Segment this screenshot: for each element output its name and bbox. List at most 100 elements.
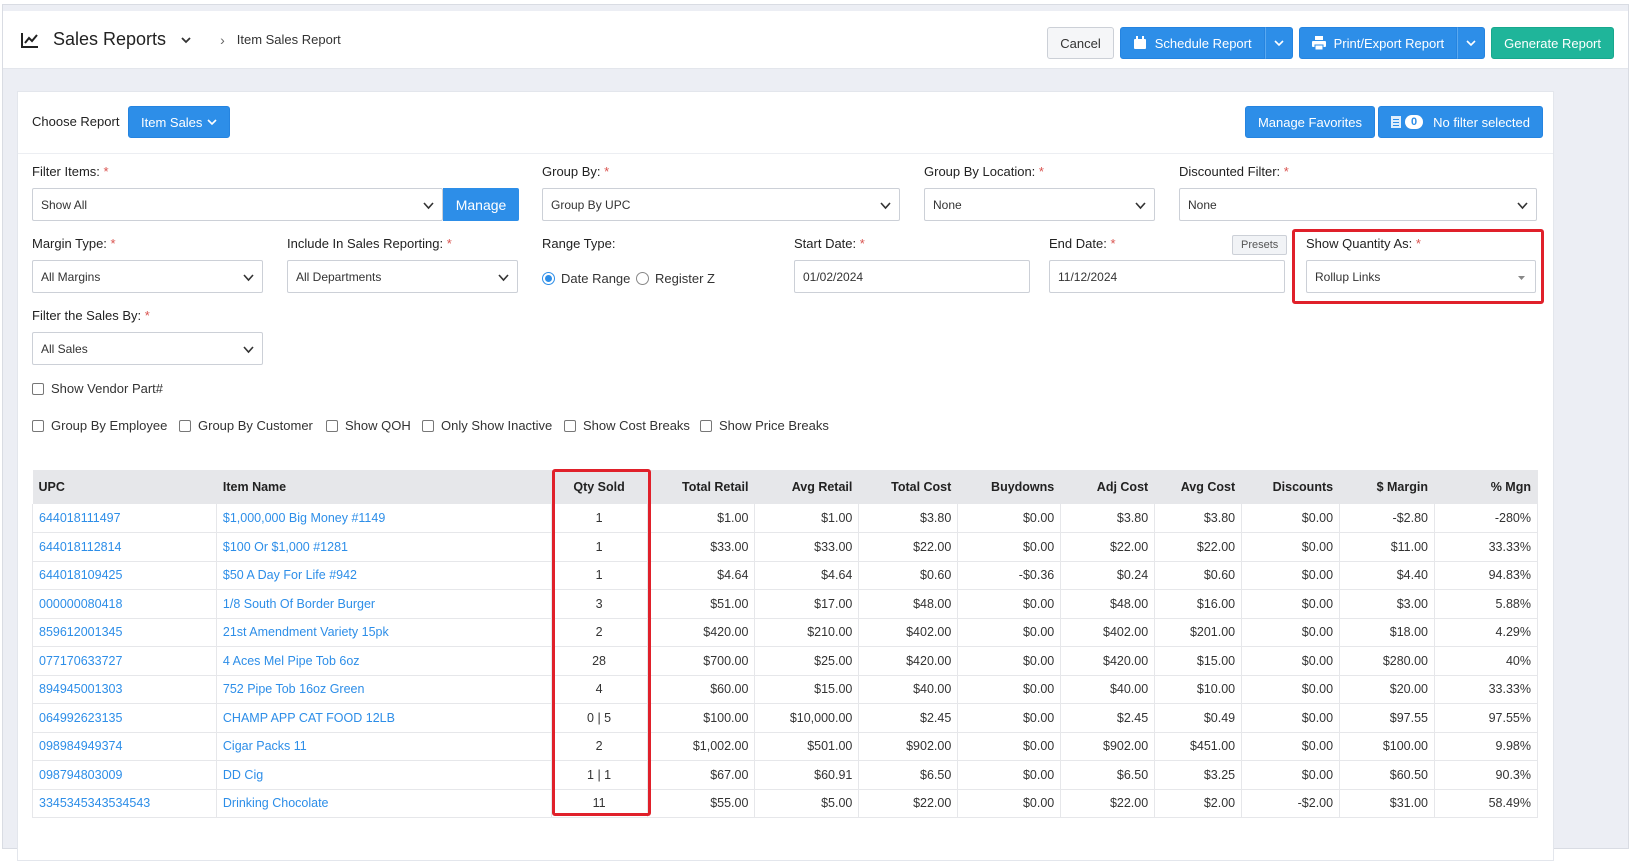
checkbox[interactable] <box>700 419 712 432</box>
show-qoh-checkbox[interactable]: Show QOH <box>326 418 411 433</box>
column-header[interactable]: Avg Cost <box>1154 470 1243 504</box>
item-name-link[interactable]: $50 A Day For Life #942 <box>216 561 552 590</box>
table-cell: $10,000.00 <box>754 703 860 733</box>
column-header[interactable]: Total Cost <box>858 470 959 504</box>
column-header[interactable]: Buydowns <box>957 470 1062 504</box>
item-name-link[interactable]: DD Cig <box>216 760 552 790</box>
table-cell: $6.50 <box>1060 760 1156 790</box>
column-header[interactable]: Total Retail <box>647 470 756 504</box>
generate-report-button[interactable]: Generate Report <box>1491 27 1614 59</box>
table-cell: -$0.36 <box>957 561 1062 590</box>
upc-link[interactable]: 859612001345 <box>32 618 217 647</box>
group-by-location-select[interactable]: None <box>924 188 1155 221</box>
discounted-filter-select[interactable]: None <box>1179 188 1537 221</box>
table-cell: 40% <box>1434 646 1538 676</box>
presets-button[interactable]: Presets <box>1232 235 1288 255</box>
cancel-button[interactable]: Cancel <box>1047 27 1114 59</box>
show-cost-breaks-checkbox[interactable]: Show Cost Breaks <box>564 418 690 433</box>
checkbox[interactable] <box>179 419 191 432</box>
checkbox[interactable] <box>32 419 44 432</box>
checkbox[interactable] <box>32 382 44 395</box>
start-date-input[interactable]: 01/02/2024 <box>794 260 1030 293</box>
range-type-register-z[interactable]: Register Z <box>636 271 715 286</box>
column-header[interactable]: Discounts <box>1241 470 1341 504</box>
show-vendor-part-checkbox[interactable]: Show Vendor Part# <box>32 381 163 396</box>
checkbox-label: Only Show Inactive <box>441 418 553 433</box>
filter-items-select[interactable]: Show All <box>32 188 443 221</box>
include-sales-select[interactable]: All Departments <box>287 260 518 293</box>
column-header[interactable]: UPC <box>32 470 217 504</box>
margin-type-select[interactable]: All Margins <box>32 260 263 293</box>
table-cell: $451.00 <box>1154 732 1243 761</box>
filter-status-button[interactable]: 0 No filter selected <box>1378 106 1543 138</box>
table-cell: -$2.00 <box>1241 789 1341 818</box>
filter-sales-by-label: Filter the Sales By: * <box>32 308 150 323</box>
schedule-report-dropdown[interactable] <box>1264 27 1293 59</box>
column-header[interactable]: Avg Retail <box>754 470 860 504</box>
upc-link[interactable]: 644018112814 <box>32 532 217 562</box>
caret-down-icon <box>1518 276 1525 280</box>
item-name-link[interactable]: 752 Pipe Tob 16oz Green <box>216 675 552 704</box>
upc-link[interactable]: 894945001303 <box>32 675 217 704</box>
upc-link[interactable]: 064992623135 <box>32 703 217 733</box>
checkbox[interactable] <box>326 419 338 432</box>
table-cell: $0.00 <box>957 703 1062 733</box>
radio-selected[interactable] <box>542 272 555 285</box>
table-row: 098794803009 DD Cig 1 | 1 $67.00 $60.91 $6.50… <box>32 760 1538 790</box>
column-header[interactable]: $ Margin <box>1339 470 1435 504</box>
manage-items-button[interactable]: Manage <box>443 188 519 221</box>
table-cell: $3.00 <box>1339 589 1435 619</box>
upc-link[interactable]: 000000080418 <box>32 589 217 619</box>
chevron-right-icon: › <box>220 31 225 48</box>
show-quantity-select[interactable]: Rollup Links <box>1306 260 1536 293</box>
print-export-button[interactable]: Print/Export Report <box>1298 27 1458 59</box>
range-type-date-range[interactable]: Date Range <box>542 271 630 286</box>
column-header[interactable]: Item Name <box>216 470 552 504</box>
table-cell: $18.00 <box>1339 618 1435 647</box>
column-header[interactable]: Adj Cost <box>1060 470 1156 504</box>
item-name-link[interactable]: Drinking Chocolate <box>216 789 552 818</box>
table-cell: $15.00 <box>1154 646 1243 676</box>
table-cell: $97.55 <box>1339 703 1435 733</box>
table-cell: $0.00 <box>1241 732 1341 761</box>
item-name-link[interactable]: 21st Amendment Variety 15pk <box>216 618 552 647</box>
table-cell: $2.45 <box>1060 703 1156 733</box>
group-by-select[interactable]: Group By UPC <box>542 188 900 221</box>
upc-link[interactable]: 098794803009 <box>32 760 217 790</box>
radio-unselected[interactable] <box>636 272 649 285</box>
report-type-dropdown[interactable]: Item Sales <box>128 106 231 138</box>
print-export-dropdown[interactable] <box>1457 27 1486 59</box>
item-name-link[interactable]: 1/8 South Of Border Burger <box>216 589 552 619</box>
item-name-link[interactable]: $100 Or $1,000 #1281 <box>216 532 552 562</box>
column-header[interactable]: % Mgn <box>1434 470 1538 504</box>
item-name-link[interactable]: 4 Aces Mel Pipe Tob 6oz <box>216 646 552 676</box>
item-name-link[interactable]: Cigar Packs 11 <box>216 732 552 761</box>
end-date-input[interactable]: 11/12/2024 <box>1049 260 1285 293</box>
upc-link[interactable]: 3345345343534543 <box>32 789 217 818</box>
group-by-customer-checkbox[interactable]: Group By Customer <box>179 418 313 433</box>
schedule-report-button[interactable]: Schedule Report <box>1119 27 1265 59</box>
checkbox[interactable] <box>564 419 576 432</box>
group-by-employee-checkbox[interactable]: Group By Employee <box>32 418 167 433</box>
page-title[interactable]: Sales Reports <box>53 29 166 50</box>
upc-link[interactable]: 077170633727 <box>32 646 217 676</box>
table-cell: $22.00 <box>1060 532 1156 562</box>
filter-sales-by-select[interactable]: All Sales <box>32 332 263 365</box>
manage-favorites-button[interactable]: Manage Favorites <box>1244 106 1375 138</box>
chevron-down-icon <box>1517 202 1528 210</box>
chevron-down-icon[interactable] <box>180 34 192 46</box>
sales-table: UPC Item Name Qty Sold Total Retail Avg … <box>32 470 1538 818</box>
only-show-inactive-checkbox[interactable]: Only Show Inactive <box>422 418 552 433</box>
upc-link[interactable]: 644018109425 <box>32 561 217 590</box>
upc-link[interactable]: 098984949374 <box>32 732 217 761</box>
item-name-link[interactable]: $1,000,000 Big Money #1149 <box>216 504 552 533</box>
column-header[interactable]: Qty Sold <box>551 470 648 504</box>
checkbox[interactable] <box>422 419 434 432</box>
filter-count-badge: 0 <box>1405 115 1424 129</box>
upc-link[interactable]: 644018111497 <box>32 504 217 533</box>
table-cell: 1 <box>551 561 648 590</box>
chevron-down-icon <box>1135 202 1146 210</box>
item-name-link[interactable]: CHAMP APP CAT FOOD 12LB <box>216 703 552 733</box>
table-cell: $0.00 <box>1241 675 1341 704</box>
show-price-breaks-checkbox[interactable]: Show Price Breaks <box>700 418 829 433</box>
